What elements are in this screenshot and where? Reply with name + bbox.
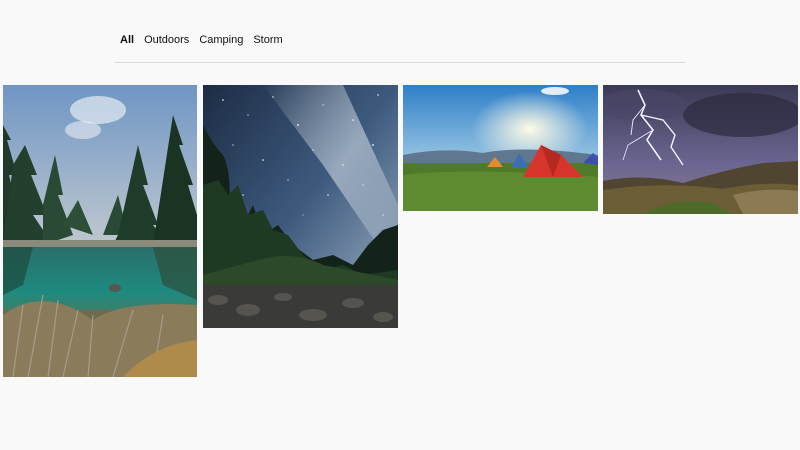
filter-tabs: All Outdoors Camping Storm <box>115 32 685 48</box>
gallery-photo-storm[interactable] <box>603 85 798 214</box>
filter-tab-outdoors[interactable]: Outdoors <box>144 32 189 48</box>
portfolio-page: All Outdoors Camping Storm <box>0 0 800 450</box>
filter-bar: All Outdoors Camping Storm <box>115 32 685 63</box>
filter-tab-storm[interactable]: Storm <box>253 32 282 48</box>
photo-gallery <box>3 85 800 385</box>
lake-image <box>3 85 197 377</box>
filter-tab-camping[interactable]: Camping <box>199 32 243 48</box>
gallery-photo-milky-way[interactable] <box>203 85 398 328</box>
milky-way-image <box>203 85 398 328</box>
filter-tab-all[interactable]: All <box>120 32 134 48</box>
camping-image <box>403 85 598 211</box>
gallery-photo-camping[interactable] <box>403 85 598 211</box>
gallery-photo-lake[interactable] <box>3 85 197 377</box>
storm-image <box>603 85 798 214</box>
